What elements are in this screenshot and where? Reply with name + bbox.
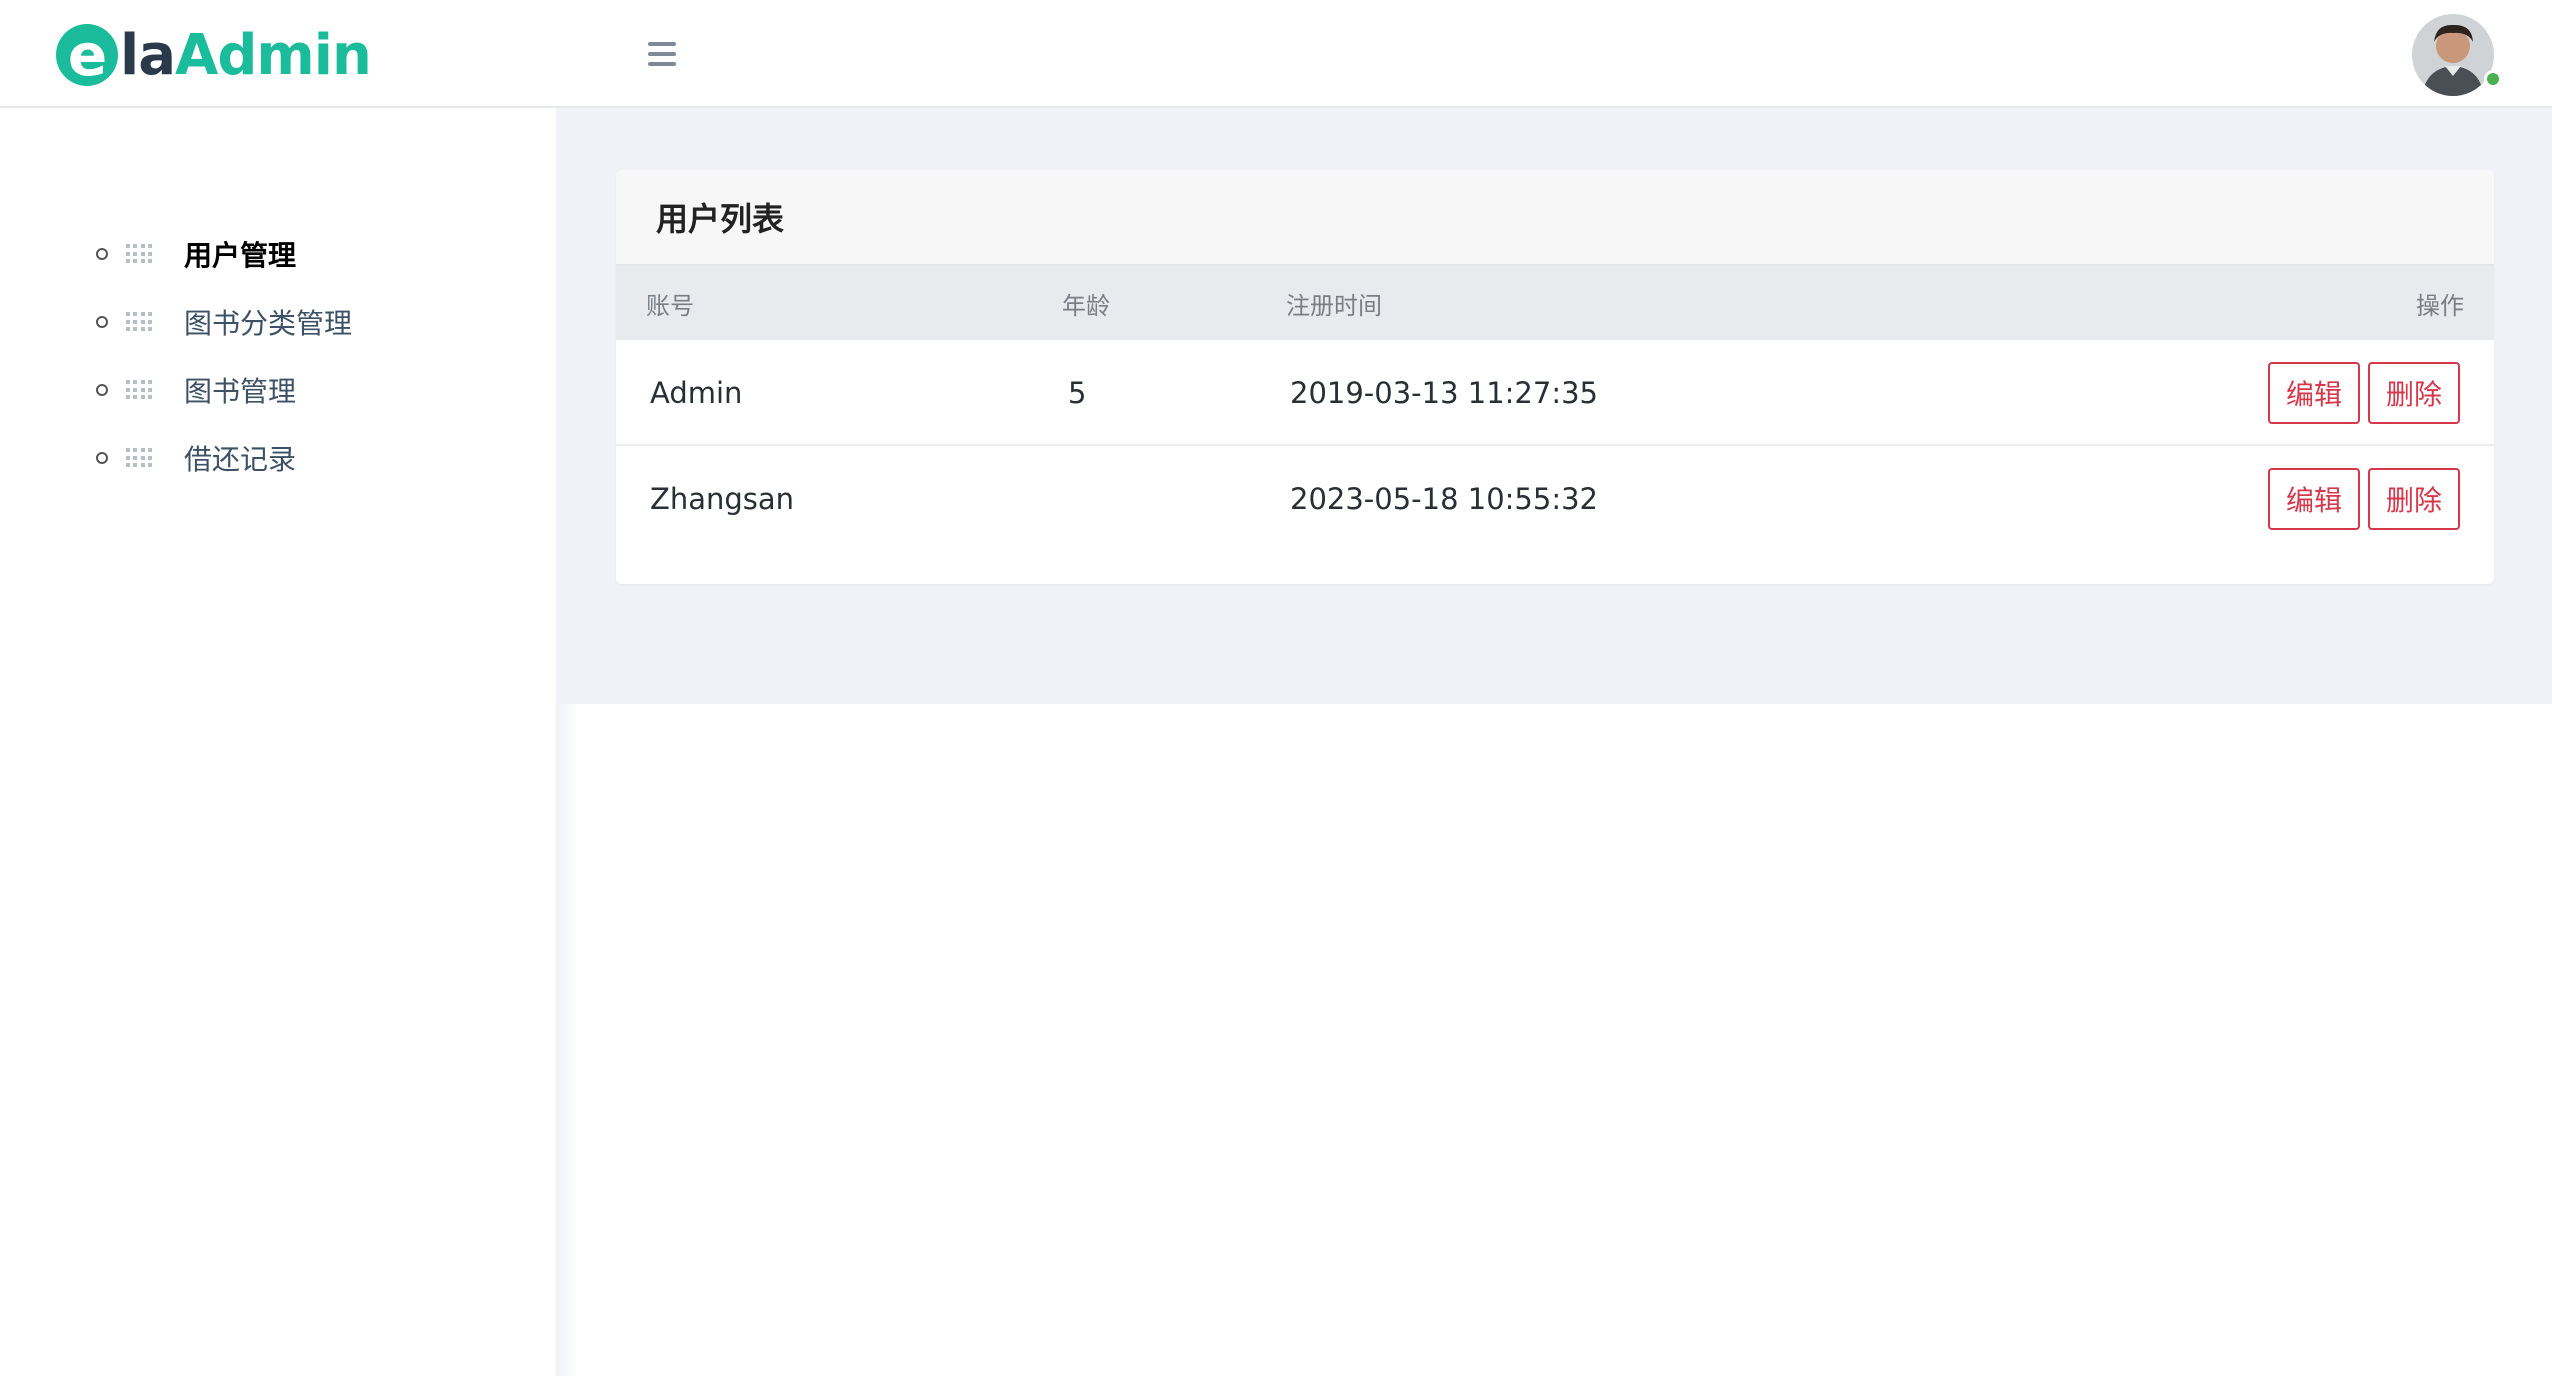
sidebar-item-borrow-records[interactable]: 借还记录 [96,438,296,478]
delete-button[interactable]: 删除 [2368,362,2460,424]
column-header-account: 账号 [646,291,694,320]
delete-button[interactable]: 删除 [2368,468,2460,530]
bullet-icon [96,384,108,396]
grid-icon [126,380,152,400]
online-status-dot [2484,70,2502,88]
grid-icon [126,244,152,264]
cell-account: Zhangsan [650,482,795,516]
sidebar-item-book-management[interactable]: 图书管理 [96,370,296,410]
sidebar-item-label: 图书管理 [184,375,297,408]
card-header: 用户列表 [616,170,2494,266]
column-header-actions: 操作 [2416,291,2464,320]
logo-admin-text: Admin [174,22,372,88]
sidebar-item-label: 图书分类管理 [184,307,353,340]
cell-registered: 2019-03-13 11:27:35 [1290,376,1598,410]
grid-icon [126,448,152,468]
bullet-icon [96,452,108,464]
bullet-icon [96,316,108,328]
top-header: e la Admin [0,0,2552,108]
edit-button[interactable]: 编辑 [2268,362,2360,424]
user-list-card: 用户列表 账号 年龄 注册时间 操作 Admin 5 2019-03-13 11… [616,170,2494,584]
column-header-age: 年龄 [1062,291,1110,320]
ela-admin-logo[interactable]: e la Admin [56,22,372,88]
cell-age: 5 [1068,376,1087,410]
hamburger-menu-icon[interactable] [648,42,676,66]
table-row: Admin 5 2019-03-13 11:27:35 编辑 删除 [616,340,2494,446]
logo-e-mark: e [56,24,118,86]
sidebar-item-label: 借还记录 [184,443,297,476]
logo-la-text: la [120,22,176,88]
grid-icon [126,312,152,332]
user-avatar[interactable] [2412,14,2494,96]
table-header: 账号 年龄 注册时间 操作 [616,266,2494,340]
cell-account: Admin [650,376,743,410]
column-header-registered: 注册时间 [1286,291,1382,320]
sidebar-item-book-category-management[interactable]: 图书分类管理 [96,302,352,342]
card-title: 用户列表 [656,200,785,238]
sidebar-item-user-management[interactable]: 用户管理 [96,234,296,274]
edit-button[interactable]: 编辑 [2268,468,2360,530]
sidebar: 用户管理 图书分类管理 图书管理 借还记录 [0,110,556,1376]
bullet-icon [96,248,108,260]
table-row: Zhangsan 2023-05-18 10:55:32 编辑 删除 [616,446,2494,552]
cell-registered: 2023-05-18 10:55:32 [1290,482,1598,516]
sidebar-item-label: 用户管理 [184,239,297,272]
